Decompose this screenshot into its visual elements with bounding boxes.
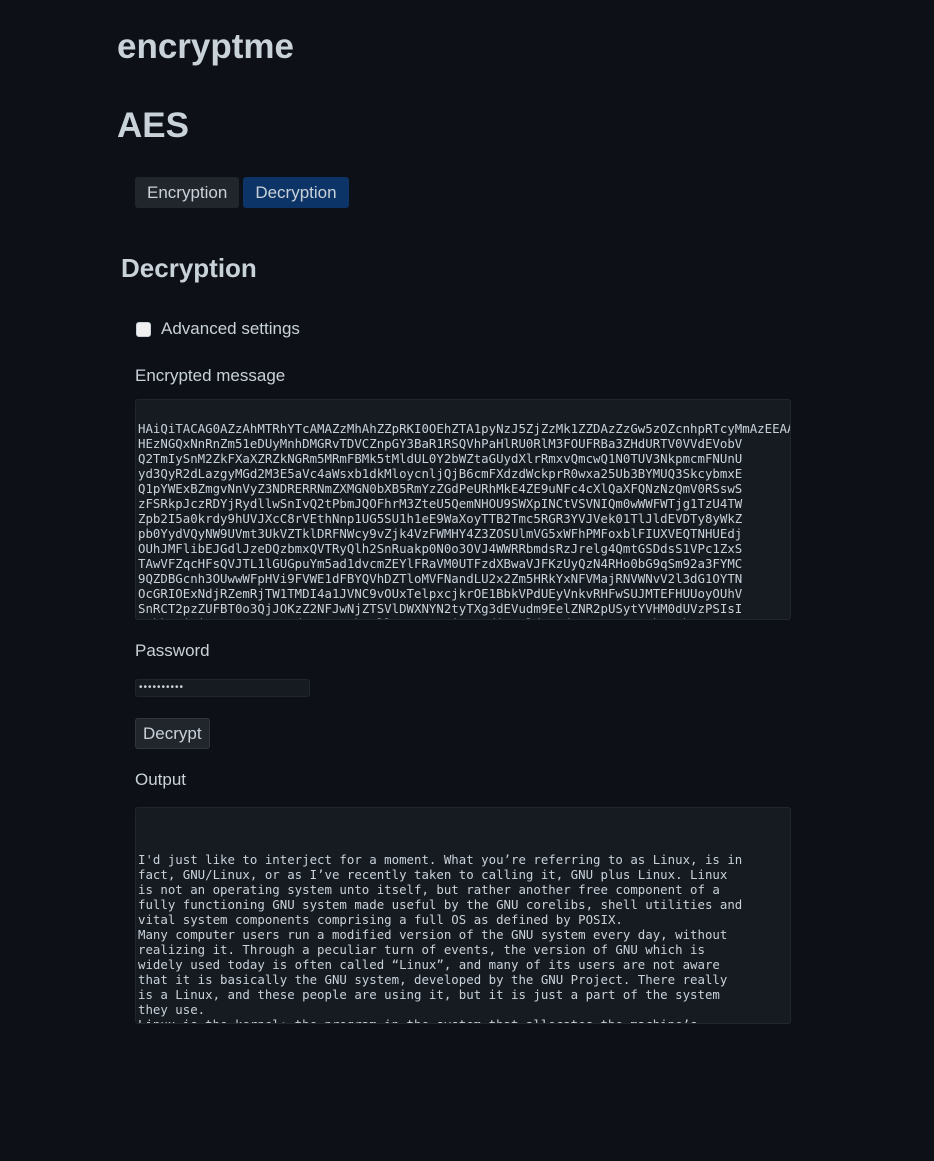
encrypted-message-textarea[interactable]: HAiQiTACAG0AZzAhMTRhYTcAMAZzMhAhZZpRKI0O… (135, 399, 791, 620)
output-line: fully functioning GNU system made useful… (138, 897, 743, 912)
encrypted-message-line: TAwVFZqcHFsQVJTL1lGUGpuYm5ad1dvcmZEYlFRa… (138, 556, 743, 571)
encrypted-message-line: OUhJMFlibEJGdlJzeDQzbmxQVTRyQlh2SnRuakp0… (138, 541, 743, 556)
encrypted-message-content: HAiQiTACAG0AZzAhMTRhYTcAMAZzMhAhZZpRKI0O… (138, 421, 791, 619)
encrypted-message-label: Encrypted message (135, 366, 286, 385)
output-textarea[interactable]: I'd just like to interject for a moment.… (135, 807, 791, 1024)
password-input[interactable]: •••••••••• (135, 679, 310, 697)
output-line: is a Linux, and these people are using i… (138, 987, 720, 1002)
decrypt-button[interactable]: Decrypt (135, 718, 210, 749)
encrypted-message-line: nNhbHQiOiJOeUJJNHAxSzdQUm5GRFhHTllKNzJRP… (138, 616, 788, 619)
encrypted-message-line: Q1pYWExBZmgvNnVyZ3NDRERRNmZXMGN0bXB5RmYz… (138, 481, 743, 496)
app-title: encryptme (117, 27, 295, 66)
output-line: fact, GNU/Linux, or as I’ve recently tak… (138, 867, 728, 882)
tab-encryption[interactable]: Encryption (135, 177, 240, 208)
mode-tabs: Encryption Decryption (135, 177, 349, 208)
output-line: Linux is the kernel: the program in the … (138, 1017, 788, 1023)
encrypted-message-line: zFSRkpJczRDYjRydllwSnIvQ2tPbmJQOFhrM3Zte… (138, 496, 743, 511)
section-title: AES (117, 106, 189, 145)
encrypted-message-line: yd3QyR2dLazgyMGd2M3E5aVc4aWsxb1dkMloycnl… (138, 466, 743, 481)
advanced-settings-label: Advanced settings (161, 319, 300, 338)
tab-decryption[interactable]: Decryption (243, 177, 349, 208)
output-line: they use. (138, 1002, 206, 1017)
output-line: realizing it. Through a peculiar turn of… (138, 942, 705, 957)
encrypted-message-line: 9QZDBGcnh3OUwwWFpHVi9FVWE1dFBYQVhDZTloMV… (138, 571, 743, 586)
advanced-settings-toggle[interactable]: Advanced settings (136, 319, 300, 339)
output-line: vital system components comprising a ful… (138, 912, 623, 927)
output-line: Many computer users run a modified versi… (138, 927, 728, 942)
panel-title: Decryption (121, 253, 257, 283)
encrypted-message-line: Q2TmIySnM2ZkFXaXZRZkNGRm5MRmFBMk5tMldUL0… (138, 451, 743, 466)
encrypted-message-line: HAiQiTACAG0AZzAhMTRhYTcAMAZzMhAhZZpRKI0O… (138, 421, 791, 436)
encrypted-message-line: OcGRIOExNdjRZemRjTW1TMDI4a1JVNC9vOUxTelp… (138, 586, 743, 601)
output-line: that it is basically the GNU system, dev… (138, 972, 728, 987)
output-line: is not an operating system unto itself, … (138, 882, 720, 897)
encrypted-message-line: HEzNGQxNnRnZm51eDUyMnhDMGRvTDVCZnpGY3BaR… (138, 436, 743, 451)
output-line: I'd just like to interject for a moment.… (138, 852, 743, 867)
advanced-settings-checkbox[interactable] (136, 321, 151, 337)
output-label: Output (135, 770, 187, 789)
encrypted-message-line: SnRCT2pzZUFBT0o3QjJOKzZ2NFJwNjZTSVlDWXNY… (138, 601, 743, 616)
encrypted-message-line: Zpb2I5a0krdy9hUVJXcC8rVEthNnp1UG5SU1h1eE… (138, 511, 743, 526)
encrypted-message-line: pb0YydVQyNW9UVmt3UkVZTklDRFNWcy9vZjk4VzF… (138, 526, 743, 541)
password-label: Password (135, 641, 210, 660)
output-content: I'd just like to interject for a moment.… (138, 852, 788, 1023)
output-line: widely used today is often called “Linux… (138, 957, 720, 972)
